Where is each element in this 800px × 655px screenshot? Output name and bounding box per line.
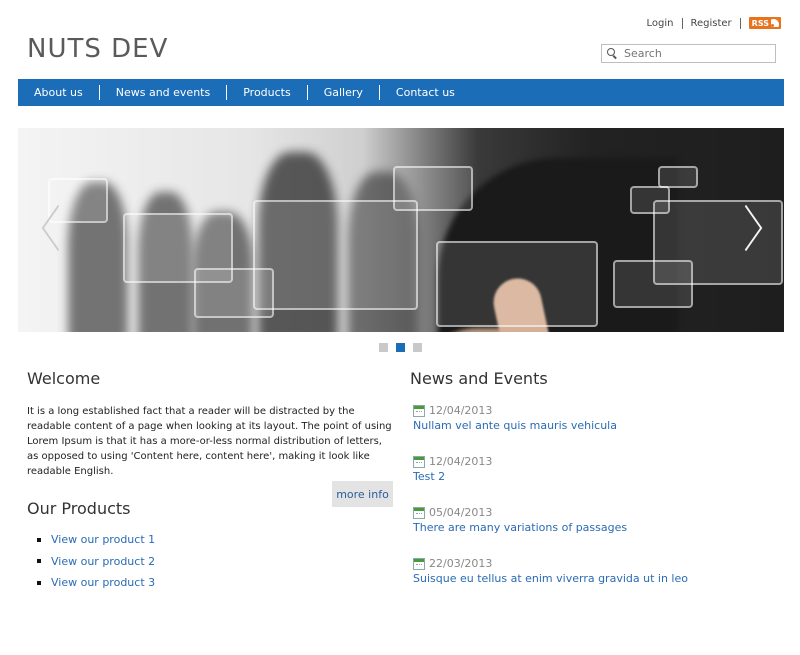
news-date: 12/04/2013 bbox=[429, 404, 493, 417]
news-title-link[interactable]: Suisque eu tellus at enim viverra gravid… bbox=[413, 572, 688, 585]
welcome-title: Welcome bbox=[27, 369, 101, 388]
news-date: 05/04/2013 bbox=[429, 506, 493, 519]
bullet-icon bbox=[37, 559, 41, 564]
slide-image-frame bbox=[658, 166, 698, 188]
news-date-line: 12/04/2013 bbox=[413, 404, 688, 417]
slider-dot-1[interactable] bbox=[379, 343, 388, 352]
slide-image-frame bbox=[393, 166, 473, 211]
welcome-section: Welcome It is a long established fact th… bbox=[27, 369, 393, 589]
product-link-label: View our product 1 bbox=[51, 533, 156, 547]
news-item: 12/04/2013 Nullam vel ante quis mauris v… bbox=[413, 404, 688, 455]
news-date-line: 05/04/2013 bbox=[413, 506, 688, 519]
news-list: 12/04/2013 Nullam vel ante quis mauris v… bbox=[413, 404, 688, 608]
nav-item-gallery[interactable]: Gallery bbox=[308, 85, 380, 100]
news-title-link[interactable]: Nullam vel ante quis mauris vehicula bbox=[413, 419, 688, 432]
calendar-icon bbox=[413, 404, 425, 417]
slider-next-arrow-icon[interactable] bbox=[740, 208, 760, 248]
calendar-icon bbox=[413, 557, 425, 570]
slider-prev-arrow-icon[interactable] bbox=[36, 208, 56, 248]
news-item: 12/04/2013 Test 2 bbox=[413, 455, 688, 506]
top-links-divider bbox=[681, 17, 683, 29]
news-date: 12/04/2013 bbox=[429, 455, 493, 468]
slide-image-frame bbox=[436, 241, 598, 327]
news-section: News and Events 12/04/2013 Nullam vel an… bbox=[410, 369, 780, 585]
products-title: Our Products bbox=[27, 499, 131, 518]
more-info-button[interactable]: more info bbox=[332, 481, 393, 507]
search-box bbox=[601, 44, 776, 63]
news-date-line: 22/03/2013 bbox=[413, 557, 688, 570]
slide-image-frame bbox=[630, 186, 670, 214]
rss-icon bbox=[771, 19, 779, 27]
slide-image-frame bbox=[653, 200, 783, 285]
nav-item-about-us[interactable]: About us bbox=[18, 85, 100, 100]
product-link-2[interactable]: View our product 2 bbox=[37, 551, 155, 573]
rss-button[interactable]: RSS bbox=[748, 17, 781, 29]
top-links-divider bbox=[739, 17, 741, 29]
news-item: 22/03/2013 Suisque eu tellus at enim viv… bbox=[413, 557, 688, 608]
slider-pagination bbox=[379, 343, 422, 352]
site-logo[interactable]: NUTS DEV bbox=[27, 34, 168, 64]
nav-item-contact-us[interactable]: Contact us bbox=[380, 85, 471, 100]
news-date: 22/03/2013 bbox=[429, 557, 493, 570]
login-link[interactable]: Login bbox=[647, 18, 674, 29]
calendar-icon bbox=[413, 506, 425, 519]
nav-item-products[interactable]: Products bbox=[227, 85, 308, 100]
news-title-link[interactable]: There are many variations of passages bbox=[413, 521, 688, 534]
bullet-icon bbox=[37, 537, 41, 542]
main-nav: About us News and events Products Galler… bbox=[18, 79, 784, 106]
product-link-3[interactable]: View our product 3 bbox=[37, 572, 155, 594]
product-link-1[interactable]: View our product 1 bbox=[37, 529, 155, 551]
search-icon bbox=[606, 47, 620, 61]
news-item: 05/04/2013 There are many variations of … bbox=[413, 506, 688, 557]
products-list: View our product 1 View our product 2 Vi… bbox=[37, 529, 155, 594]
top-links: Login Register RSS bbox=[647, 17, 781, 29]
nav-item-news-and-events[interactable]: News and events bbox=[100, 85, 228, 100]
slide-image-frame bbox=[253, 200, 418, 310]
hero-slider bbox=[18, 128, 784, 332]
news-date-line: 12/04/2013 bbox=[413, 455, 688, 468]
slider-dot-2[interactable] bbox=[396, 343, 405, 352]
rss-label: RSS bbox=[751, 18, 769, 28]
slider-dot-3[interactable] bbox=[413, 343, 422, 352]
search-input[interactable] bbox=[624, 47, 774, 60]
welcome-text: It is a long established fact that a rea… bbox=[27, 406, 392, 477]
product-link-label: View our product 3 bbox=[51, 576, 156, 590]
news-title: News and Events bbox=[410, 369, 548, 388]
calendar-icon bbox=[413, 455, 425, 468]
register-link[interactable]: Register bbox=[691, 18, 732, 29]
bullet-icon bbox=[37, 580, 41, 585]
news-title-link[interactable]: Test 2 bbox=[413, 470, 688, 483]
product-link-label: View our product 2 bbox=[51, 554, 156, 568]
